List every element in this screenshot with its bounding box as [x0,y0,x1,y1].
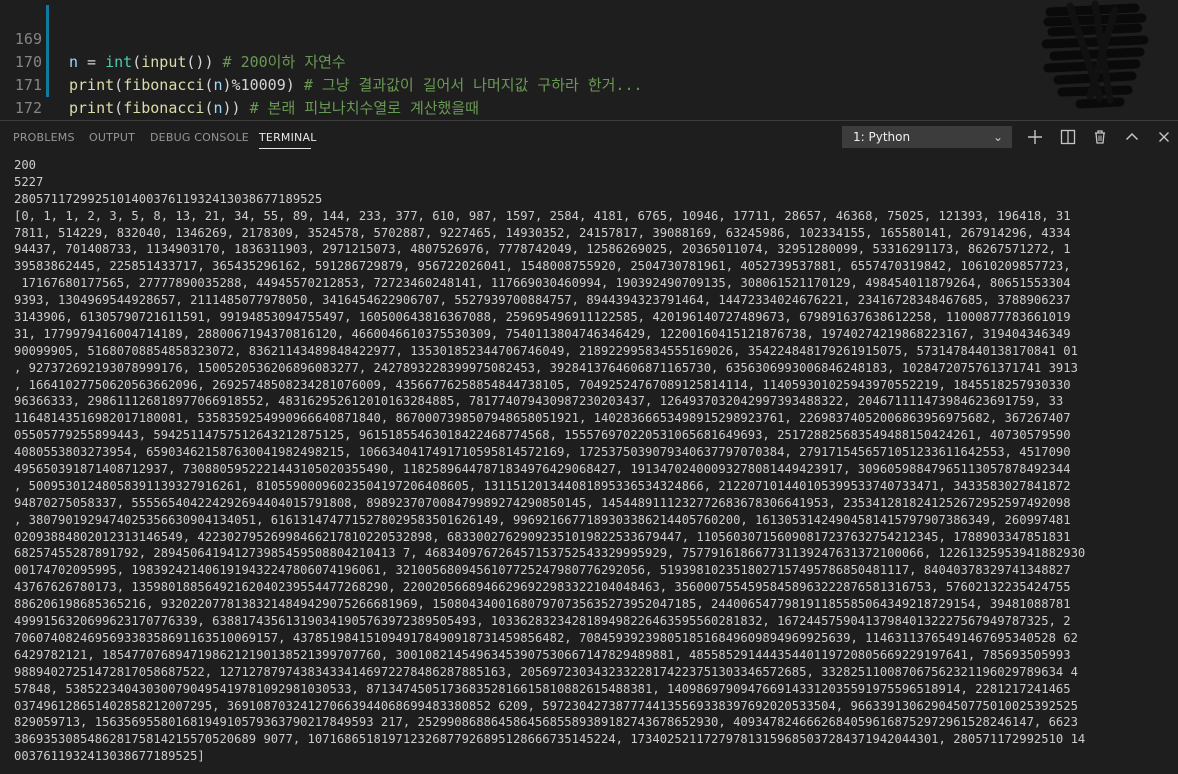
terminal-line: 829059713, 15635695580168194910579363790… [14,715,1078,730]
code-line[interactable]: 169 n = int(input()) # 200이하 자연수 [0,5,1178,71]
terminal-line: 3143906, 61305790721611591, 991948530947… [14,310,1071,325]
code-text: print(fibonacci(n)) # 본래 피보나치수열로 계산했을때 [69,99,479,117]
terminal-line: 39583862445, 225851433717, 365435296162,… [14,259,1071,274]
terminal-line: , 927372692193078999176, 150052053620689… [14,360,1078,375]
active-tab-indicator [259,148,311,149]
terminal-line: , 16641027750620563662096, 2692574850823… [14,377,1071,392]
terminal-line: 31, 1779979416004714189, 288006719437081… [14,326,1071,341]
terminal-line: 706074082469569338358691163510069157, 43… [14,630,1078,645]
terminal-line: 9393, 1304969544928657, 2111485077978050… [14,293,1071,308]
terminal-line: [0, 1, 1, 2, 3, 5, 8, 13, 21, 34, 55, 89… [14,208,1071,223]
terminal-line: , 50095301248058391139327916261, 8105590… [14,478,1071,493]
terminal-output[interactable]: 200 5227 280571172992510140037611932413038… [14,157,1172,765]
tab-terminal[interactable]: TERMINAL [259,131,317,144]
terminal-line: 200 [14,158,37,172]
terminal-line: 90099905, 51680708854858323072, 83621143… [14,343,1078,358]
terminal-line: 05505779255899443, 594251147575126432128… [14,428,1071,443]
terminal-line: 037496128651402858212007295, 36910870324… [14,698,1078,713]
tab-problems[interactable]: PROBLEMS [13,131,75,144]
terminal-line: 386935308548628175814215570520689 9077, … [14,732,1086,747]
new-terminal-icon[interactable] [1024,126,1046,148]
chevron-down-icon: ⌄ [992,130,1003,144]
terminal-line: 495650391871408712937, 73088059522214431… [14,462,1071,477]
terminal-line: 57848, 538522340430300790495419781092981… [14,681,1071,696]
split-terminal-icon[interactable] [1057,126,1079,148]
terminal-line: , 3807901929474025356630904134051, 61613… [14,512,1071,527]
terminal-line: 96366333, 298611126818977066918552, 4831… [14,394,1064,409]
terminal-line: 94437, 701408733, 1134903170, 1836311903… [14,242,1071,257]
redaction-scribble [1041,0,1149,109]
tab-debug-console[interactable]: DEBUG CONSOLE [150,131,249,144]
code-comment: # 본래 피보나치수열로 계산했을때 [249,99,479,117]
terminal-line: 43767626780173, 135980188564921620402395… [14,580,1071,595]
tab-output[interactable]: OUTPUT [89,131,135,144]
terminal-line: 5227 [14,174,44,189]
terminal-line: 886206198685365216, 93202207781383214849… [14,597,1071,612]
code-line[interactable]: 172 print(fibo) [0,74,1178,117]
line-number: 172 [14,99,42,117]
terminal-select[interactable]: 1: Python ⌄ [842,126,1012,148]
terminal-select-value: 1: Python [853,130,911,144]
trash-icon[interactable] [1089,126,1111,148]
terminal-line: 68257455287891792, 289450641941273985459… [14,546,1086,561]
terminal-line: 4999156320699623170776339, 6388174356131… [14,614,1071,629]
terminal-line: 02093884802012313146549, 422302795269984… [14,529,1071,544]
terminal-line: 94870275058337, 555565404224292694404015… [14,495,1071,510]
terminal-line: 17167680177565, 27777890035288, 44945570… [14,276,1071,291]
close-panel-icon[interactable] [1153,126,1175,148]
panel-header: PROBLEMS OUTPUT DEBUG CONSOLE TERMINAL 1… [0,121,1178,155]
terminal-line: 2805711729925101400376119324130386771895… [14,191,323,206]
terminal-line: 7811, 514229, 832040, 1346269, 2178309, … [14,225,1071,240]
terminal-line: 0037611932413038677189525] [14,749,205,764]
terminal-line: 98894027251472817058687522, 127127879743… [14,664,1078,679]
terminal-line: 11648143516982017180081, 535835925499096… [14,411,1071,426]
maximize-panel-icon[interactable] [1121,126,1143,148]
code-line[interactable]: 170 print(fibonacci(n)%10009) # 그냥 결과값이 … [0,28,1178,94]
code-line[interactable]: 171 print(fibonacci(n)) # 본래 피보나치수열로 계산했… [0,51,1178,117]
terminal-line: 6429782121, 1854770768947198621219013852… [14,647,1071,662]
terminal-line: 00174702095995, 198392421406191943224780… [14,563,1071,578]
terminal-line: 4080553803273954, 6590346215876300419824… [14,445,1071,460]
code-editor[interactable]: 169 n = int(input()) # 200이하 자연수 170 pri… [0,0,1178,120]
